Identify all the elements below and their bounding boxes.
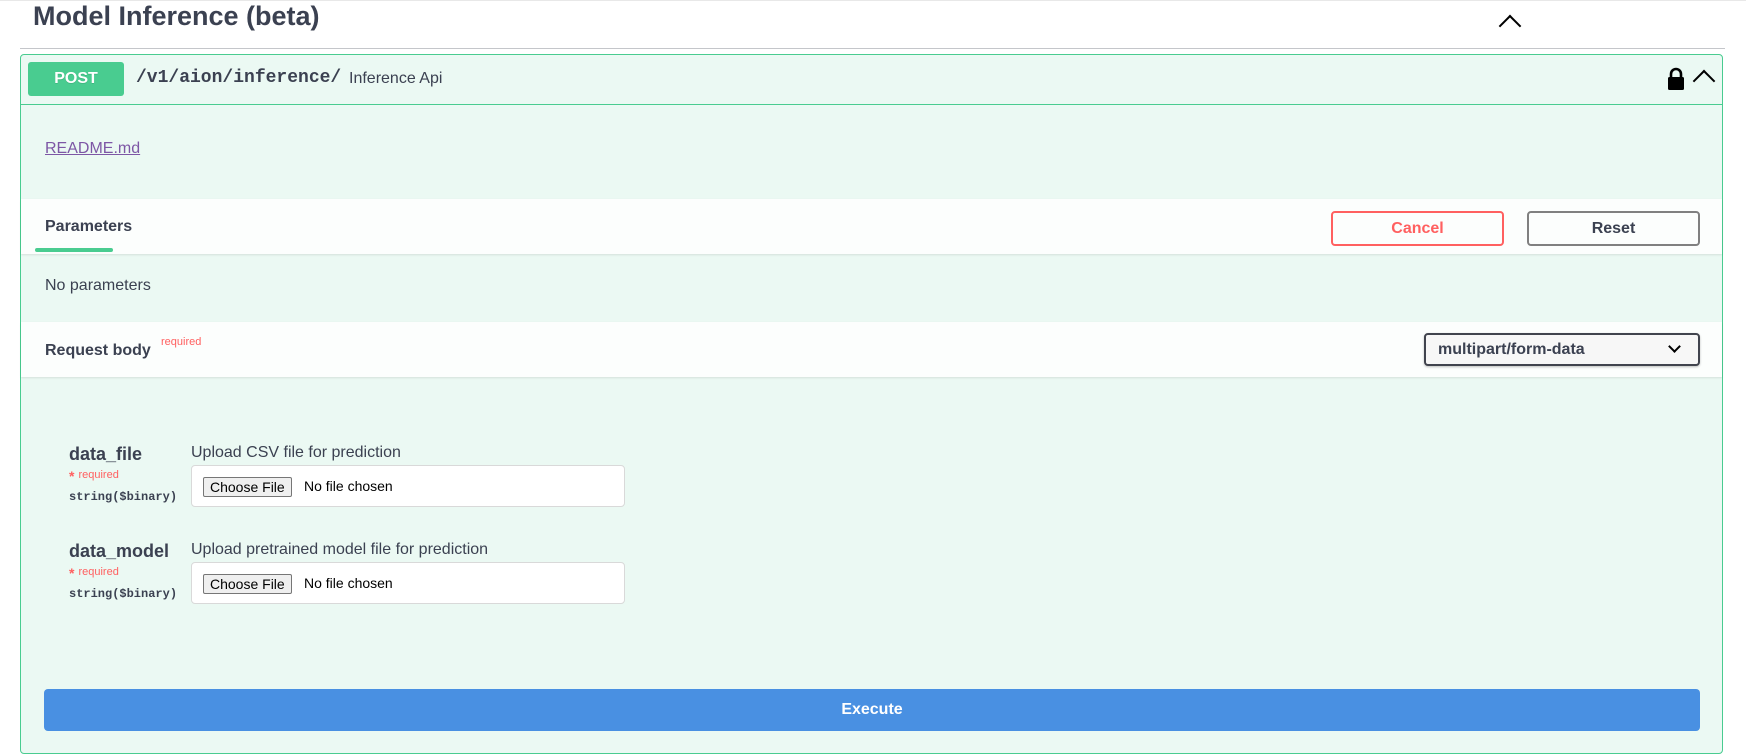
choose-file-button[interactable]: Choose File [203, 574, 292, 594]
content-type-select[interactable]: multipart/form-data [1424, 333, 1700, 366]
form-field-row: data_model * required string($binary) Upl… [21, 541, 1722, 631]
chevron-up-icon[interactable] [1498, 14, 1522, 38]
file-input-data-file[interactable]: Choose File No file chosen [191, 465, 625, 507]
field-required: * required [69, 465, 119, 484]
required-star: * [69, 468, 75, 484]
cancel-button[interactable]: Cancel [1331, 211, 1504, 246]
field-description: Upload CSV file for prediction [191, 444, 401, 461]
content-type-value: multipart/form-data [1438, 340, 1585, 358]
field-name: data_file [69, 444, 143, 464]
readme-link[interactable]: README.md [45, 140, 140, 158]
request-body-title: Request body [45, 342, 151, 359]
parameters-bar: Parameters Cancel Reset [21, 199, 1722, 254]
file-input-data-model[interactable]: Choose File No file chosen [191, 562, 625, 604]
tab-parameters[interactable]: Parameters [45, 218, 132, 236]
method-badge: POST [28, 62, 124, 96]
file-status: No file chosen [304, 575, 393, 591]
operation-block: POST /v1/aion/inference/ Inference Api R… [20, 54, 1723, 754]
chevron-down-icon [1668, 340, 1681, 353]
file-status: No file chosen [304, 478, 393, 494]
request-body-bar: Request body required multipart/form-dat… [21, 322, 1722, 377]
execute-button[interactable]: Execute [44, 689, 1700, 731]
reset-button[interactable]: Reset [1527, 211, 1700, 246]
field-description: Upload pretrained model file for predict… [191, 541, 489, 558]
field-type: string($binary) [69, 490, 178, 504]
no-parameters-text: No parameters [45, 277, 151, 294]
required-star: * [69, 565, 75, 581]
operation-summary-text: Inference Api [349, 70, 443, 87]
tab-active-indicator [35, 248, 113, 252]
choose-file-button[interactable]: Choose File [203, 477, 292, 497]
lock-icon[interactable] [1666, 67, 1686, 91]
field-required: * required [69, 562, 119, 581]
request-body-required: required [161, 336, 202, 348]
section-title: Model Inference (beta) [33, 1, 320, 31]
section-header[interactable]: Model Inference (beta) [20, 0, 1725, 49]
field-type: string($binary) [69, 587, 178, 601]
field-name: data_model [69, 541, 170, 561]
operation-path: /v1/aion/inference/ [136, 68, 342, 88]
chevron-up-icon[interactable] [1692, 69, 1716, 93]
operation-summary[interactable]: POST /v1/aion/inference/ Inference Api [21, 55, 1722, 105]
form-field-row: data_file * required string($binary) Uplo… [21, 444, 1722, 534]
required-label: required [78, 566, 119, 578]
required-label: required [78, 469, 119, 481]
